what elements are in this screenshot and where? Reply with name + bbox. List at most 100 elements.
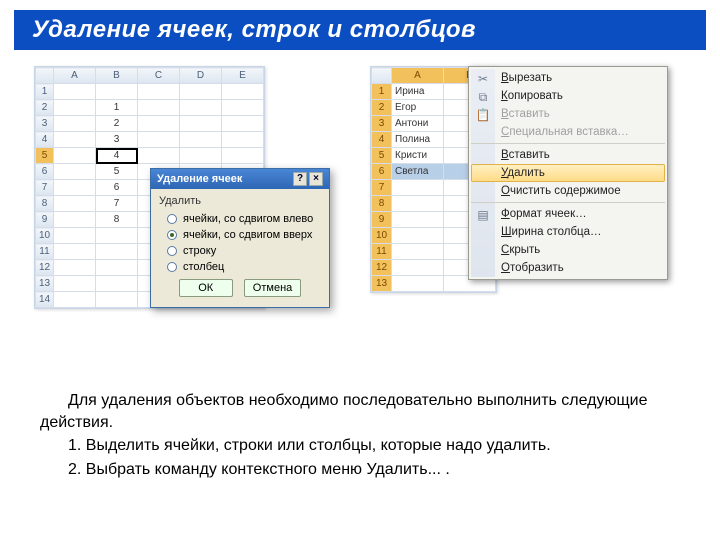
row-header[interactable]: 12	[372, 260, 392, 276]
cell[interactable]	[138, 148, 180, 164]
row-header[interactable]: 9	[372, 212, 392, 228]
cell[interactable]	[54, 84, 96, 100]
cell[interactable]	[392, 212, 444, 228]
cell[interactable]: 4	[96, 148, 138, 164]
cell[interactable]	[222, 116, 264, 132]
cell[interactable]	[54, 260, 96, 276]
cell[interactable]: Егор	[392, 100, 444, 116]
row-header[interactable]: 12	[36, 260, 54, 276]
cell[interactable]	[180, 148, 222, 164]
col-header[interactable]: E	[222, 68, 264, 84]
cell[interactable]: Полина	[392, 132, 444, 148]
row-header[interactable]: 14	[36, 292, 54, 308]
menu-item[interactable]: ✂Вырезать	[471, 69, 665, 87]
col-header[interactable]: A	[392, 68, 444, 84]
row-header[interactable]: 6	[36, 164, 54, 180]
menu-item[interactable]: Ширина столбца…	[471, 223, 665, 241]
cell[interactable]: Ирина	[392, 84, 444, 100]
cell[interactable]	[222, 132, 264, 148]
row-header[interactable]: 3	[36, 116, 54, 132]
row-header[interactable]: 4	[36, 132, 54, 148]
cell[interactable]	[54, 180, 96, 196]
cell[interactable]	[222, 148, 264, 164]
cell[interactable]	[96, 228, 138, 244]
row-header[interactable]: 9	[36, 212, 54, 228]
cell[interactable]	[392, 244, 444, 260]
cell[interactable]	[392, 276, 444, 292]
row-header[interactable]: 10	[36, 228, 54, 244]
cell[interactable]	[392, 228, 444, 244]
row-header[interactable]: 2	[372, 100, 392, 116]
cell[interactable]	[96, 84, 138, 100]
cell[interactable]	[54, 116, 96, 132]
menu-item[interactable]: Вставить	[471, 146, 665, 164]
row-header[interactable]: 1	[372, 84, 392, 100]
row-header[interactable]: 8	[36, 196, 54, 212]
row-header[interactable]: 1	[36, 84, 54, 100]
cell[interactable]	[54, 132, 96, 148]
col-header[interactable]: C	[138, 68, 180, 84]
col-header[interactable]: A	[54, 68, 96, 84]
cell[interactable]: Кристи	[392, 148, 444, 164]
cell[interactable]	[222, 100, 264, 116]
row-header[interactable]: 6	[372, 164, 392, 180]
help-icon[interactable]: ?	[293, 172, 307, 186]
cell[interactable]	[180, 84, 222, 100]
row-header[interactable]: 4	[372, 132, 392, 148]
cell[interactable]: 8	[96, 212, 138, 228]
cell[interactable]: 7	[96, 196, 138, 212]
cell[interactable]	[54, 148, 96, 164]
cancel-button[interactable]: Отмена	[244, 279, 301, 297]
radio-option[interactable]: ячейки, со сдвигом вверх	[159, 227, 321, 243]
col-header[interactable]: B	[96, 68, 138, 84]
cell[interactable]	[180, 100, 222, 116]
cell[interactable]	[54, 228, 96, 244]
cell[interactable]	[180, 132, 222, 148]
close-icon[interactable]: ×	[309, 172, 323, 186]
cell[interactable]	[54, 196, 96, 212]
cell[interactable]	[392, 180, 444, 196]
cell[interactable]	[222, 84, 264, 100]
row-header[interactable]: 3	[372, 116, 392, 132]
row-header[interactable]: 5	[36, 148, 54, 164]
col-header[interactable]: D	[180, 68, 222, 84]
cell[interactable]: 6	[96, 180, 138, 196]
cell[interactable]	[138, 84, 180, 100]
cell[interactable]	[54, 100, 96, 116]
cell[interactable]	[54, 244, 96, 260]
cell[interactable]: 3	[96, 132, 138, 148]
cell[interactable]	[96, 244, 138, 260]
row-header[interactable]: 8	[372, 196, 392, 212]
cell[interactable]: Антони	[392, 116, 444, 132]
radio-option[interactable]: ячейки, со сдвигом влево	[159, 211, 321, 227]
menu-item[interactable]: Очистить содержимое	[471, 182, 665, 200]
radio-option[interactable]: строку	[159, 243, 321, 259]
row-header[interactable]: 11	[36, 244, 54, 260]
cell[interactable]: 5	[96, 164, 138, 180]
cell[interactable]	[54, 292, 96, 308]
cell[interactable]: Светла	[392, 164, 444, 180]
ok-button[interactable]: ОК	[179, 279, 233, 297]
cell[interactable]	[54, 164, 96, 180]
row-header[interactable]: 7	[372, 180, 392, 196]
row-header[interactable]: 10	[372, 228, 392, 244]
cell[interactable]	[392, 260, 444, 276]
cell[interactable]: 2	[96, 116, 138, 132]
menu-item[interactable]: Отобразить	[471, 259, 665, 277]
row-header[interactable]: 2	[36, 100, 54, 116]
radio-option[interactable]: столбец	[159, 259, 321, 275]
menu-item[interactable]: Скрыть	[471, 241, 665, 259]
cell[interactable]: 1	[96, 100, 138, 116]
cell[interactable]	[96, 276, 138, 292]
cell[interactable]	[392, 196, 444, 212]
menu-item[interactable]: ⧉Копировать	[471, 87, 665, 105]
row-header[interactable]: 11	[372, 244, 392, 260]
cell[interactable]	[138, 116, 180, 132]
cell[interactable]	[138, 100, 180, 116]
cell[interactable]	[54, 276, 96, 292]
row-header[interactable]: 13	[36, 276, 54, 292]
cell[interactable]	[96, 292, 138, 308]
row-header[interactable]: 13	[372, 276, 392, 292]
cell[interactable]	[180, 116, 222, 132]
menu-item[interactable]: Удалить	[471, 164, 665, 182]
